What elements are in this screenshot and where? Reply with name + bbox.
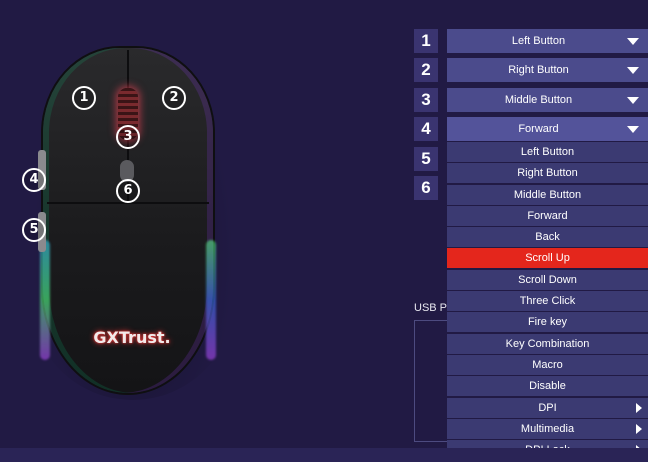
assignment-row-5: 5 <box>414 147 438 171</box>
chevron-right-icon <box>636 423 642 434</box>
row-number: 1 <box>414 29 438 53</box>
dropdown-item-label: Left Button <box>520 146 575 158</box>
bottom-bar <box>0 448 648 462</box>
dropdown-item[interactable]: Forward <box>447 205 648 226</box>
function-dropdown: Left Button Right Button Middle Button F… <box>447 142 648 461</box>
select-value: Left Button <box>511 35 566 47</box>
caret-down-icon <box>627 126 639 133</box>
dropdown-item-label: Scroll Up <box>525 252 570 265</box>
rgb-light-right <box>206 240 216 360</box>
dropdown-item[interactable]: Middle Button <box>447 184 648 205</box>
hotspot-3[interactable]: 3 <box>116 125 140 149</box>
dropdown-item-label: Scroll Down <box>518 273 577 286</box>
dropdown-item-label: Three Click <box>519 295 576 308</box>
assignment-row-3: 3 Middle Button <box>414 88 648 112</box>
dropdown-item-label: Fire key <box>527 316 568 329</box>
dropdown-item[interactable]: Left Button <box>447 142 648 162</box>
rgb-light-left <box>40 240 50 360</box>
hotspot-6[interactable]: 6 <box>116 179 140 203</box>
dropdown-item-label: Multimedia <box>520 422 575 435</box>
caret-down-icon <box>627 97 639 104</box>
dropdown-item[interactable]: Key Combination <box>447 333 648 354</box>
dropdown-item-submenu[interactable]: Multimedia <box>447 418 648 439</box>
row-number: 2 <box>414 58 438 82</box>
dropdown-item-label: Back <box>535 231 560 244</box>
assignment-row-4: 4 Forward <box>414 117 648 141</box>
assignment-select-1[interactable]: Left Button <box>447 29 648 53</box>
dropdown-item-label: Middle Button <box>513 188 582 201</box>
brand-logo: GXTrust. <box>93 328 171 347</box>
assignment-row-6: 6 <box>414 176 438 200</box>
dropdown-item-submenu[interactable]: DPI <box>447 397 648 418</box>
dropdown-item[interactable]: Fire key <box>447 312 648 333</box>
row-number: 6 <box>414 176 438 200</box>
row-number: 3 <box>414 88 438 112</box>
dropdown-item[interactable]: Back <box>447 227 648 248</box>
dropdown-item[interactable]: Macro <box>447 354 648 375</box>
dropdown-item-label: Disable <box>529 380 566 393</box>
row-number: 5 <box>414 147 438 171</box>
assignment-select-3[interactable]: Middle Button <box>447 88 648 112</box>
assignment-select-4[interactable]: Forward <box>447 117 648 141</box>
chevron-right-icon <box>636 402 642 413</box>
hotspot-4[interactable]: 4 <box>22 168 46 192</box>
hotspot-1[interactable]: 1 <box>72 86 96 110</box>
select-value: Right Button <box>508 64 569 76</box>
assignment-row-2: 2 Right Button <box>414 58 648 82</box>
usb-label: USB P <box>414 302 448 314</box>
caret-down-icon <box>627 38 639 45</box>
dropdown-item[interactable]: Right Button <box>447 163 648 184</box>
dropdown-item[interactable]: Scroll Down <box>447 269 648 290</box>
hotspot-5[interactable]: 5 <box>22 218 46 242</box>
dropdown-item-label: Right Button <box>517 167 578 180</box>
select-value: Forward <box>518 123 559 135</box>
assignment-row-1: 1 Left Button <box>414 29 648 53</box>
dropdown-item-label: Macro <box>532 358 563 371</box>
mouse-illustration: GXTrust. 1 2 3 4 5 6 <box>0 0 330 462</box>
row-number: 4 <box>414 117 438 141</box>
dropdown-item-label: Forward <box>527 209 568 222</box>
dropdown-item-selected[interactable]: Scroll Up <box>447 248 648 269</box>
usb-panel <box>414 320 448 442</box>
assignment-select-2[interactable]: Right Button <box>447 58 648 82</box>
dropdown-item-label: Key Combination <box>505 337 590 350</box>
dropdown-item-label: DPI <box>538 401 557 414</box>
select-value: Middle Button <box>504 94 573 106</box>
dropdown-item[interactable]: Disable <box>447 376 648 397</box>
dropdown-item[interactable]: Three Click <box>447 291 648 312</box>
hotspot-2[interactable]: 2 <box>162 86 186 110</box>
caret-down-icon <box>627 67 639 74</box>
